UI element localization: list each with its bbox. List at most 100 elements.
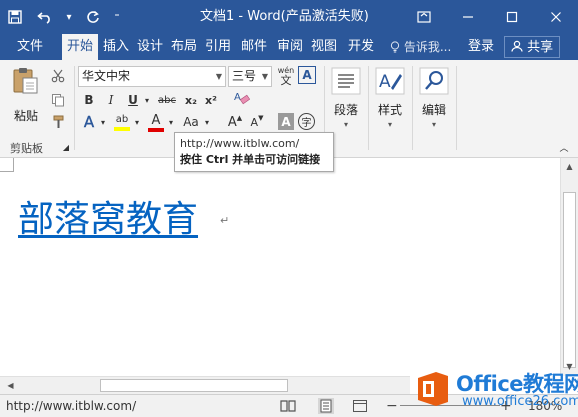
web-layout-button[interactable]	[352, 398, 368, 414]
tab-home[interactable]: 开始	[62, 34, 98, 60]
change-case-dropdown[interactable]: ▾	[202, 112, 212, 132]
styles-button[interactable]: A 样式 ▾	[372, 66, 408, 129]
chevron-down-icon: ▾	[66, 11, 72, 23]
print-layout-button[interactable]	[318, 398, 334, 414]
font-color-button[interactable]: A	[146, 110, 166, 134]
chevron-down-icon: ▾	[387, 120, 392, 129]
customize-qat-icon: ⁼	[114, 11, 120, 23]
editing-button[interactable]: 编辑 ▾	[416, 66, 452, 129]
tab-developer[interactable]: 开发	[342, 34, 380, 60]
superscript-button[interactable]: x²	[202, 90, 220, 110]
tab-mailings[interactable]: 邮件	[236, 34, 272, 60]
tab-insert[interactable]: 插入	[100, 34, 132, 60]
eraser-icon: A	[234, 92, 250, 105]
scroll-up-button[interactable]: ▲	[561, 158, 578, 175]
vertical-scrollbar[interactable]: ▲ ▼	[560, 158, 578, 376]
tab-file[interactable]: 文件	[10, 34, 50, 60]
change-case-button[interactable]: Aa	[180, 112, 202, 132]
watermark-title-a: Office	[456, 372, 524, 396]
font-color-dropdown[interactable]: ▾	[166, 112, 176, 132]
horizontal-scroll-thumb[interactable]	[100, 379, 288, 392]
character-shading-button[interactable]: A	[278, 113, 294, 130]
clipboard-dialog-launcher[interactable]: ◢	[60, 141, 72, 153]
undo-dropdown[interactable]: ▾	[60, 0, 78, 34]
read-mode-button[interactable]	[280, 398, 296, 414]
format-painter-button[interactable]	[48, 112, 68, 132]
undo-button[interactable]	[30, 0, 60, 34]
paragraph-icon	[331, 67, 361, 95]
highlight-label: ab	[115, 114, 129, 125]
grow-font-button[interactable]: A ▲	[226, 112, 244, 132]
paste-button[interactable]: 粘贴	[8, 66, 44, 124]
scroll-left-button[interactable]: ◀	[2, 377, 19, 394]
font-size-value: 三号	[232, 69, 257, 83]
font-size-combobox[interactable]: 三号 ▼	[228, 66, 272, 87]
window-title: 文档1 - Word(产品激活失败)	[200, 9, 369, 24]
highlight-dropdown[interactable]: ▾	[132, 112, 142, 132]
lightbulb-icon	[390, 41, 400, 53]
font-name-value: 华文中宋	[82, 69, 131, 83]
share-button[interactable]: 共享	[504, 36, 561, 58]
paragraph-button[interactable]: 段落 ▾	[328, 66, 364, 129]
chevron-down-icon: ▾	[134, 117, 139, 127]
cut-button[interactable]	[48, 66, 68, 86]
caret-left-icon: ◀	[7, 381, 14, 390]
ribbon-tab-bar: 文件 开始 插入 设计 布局 引用 邮件 审阅 视图 开发 告诉我... 登录 …	[0, 34, 578, 60]
shrink-font-button[interactable]: A ▼	[248, 112, 266, 132]
watermark-url: www.office26.com	[462, 394, 578, 409]
copy-button[interactable]	[48, 90, 68, 110]
tab-review[interactable]: 审阅	[274, 34, 306, 60]
repeat-button[interactable]	[78, 0, 108, 34]
italic-button[interactable]: I	[102, 90, 120, 110]
document-hyperlink-text[interactable]: 部落窝教育	[18, 190, 198, 242]
font-color-bar	[148, 127, 164, 132]
tell-me-box[interactable]: 告诉我...	[390, 34, 451, 60]
chevron-down-icon: ▾	[204, 117, 209, 127]
enclose-characters-button[interactable]: 字	[298, 113, 315, 130]
save-button[interactable]	[0, 0, 30, 34]
text-effects-button[interactable]: A	[80, 112, 98, 132]
horizontal-scrollbar[interactable]: ◀	[0, 376, 410, 394]
tab-references[interactable]: 引用	[202, 34, 234, 60]
magnifier-icon	[419, 67, 449, 95]
maximize-button[interactable]	[490, 0, 534, 34]
subscript-button[interactable]: x₂	[182, 90, 200, 110]
tab-view[interactable]: 视图	[308, 34, 340, 60]
ribbon-display-options-button[interactable]	[402, 0, 446, 34]
highlight-button[interactable]: ab	[112, 110, 132, 134]
maximize-icon	[506, 11, 518, 23]
chevron-down-icon: ▾	[144, 95, 149, 105]
caret-down-icon: ▼	[258, 114, 264, 122]
save-icon	[8, 10, 22, 24]
font-name-combobox[interactable]: 华文中宋 ▼	[78, 66, 226, 87]
close-button[interactable]	[534, 0, 578, 34]
minimize-button[interactable]	[446, 0, 490, 34]
collapse-ribbon-button[interactable]: ︿	[556, 140, 572, 154]
tab-layout[interactable]: 布局	[168, 34, 200, 60]
phonetic-bottom: 文	[280, 73, 292, 87]
quick-access-toolbar: ▾ ⁼	[0, 0, 126, 34]
clipboard-icon	[13, 68, 38, 94]
chevron-down-icon: ▼	[215, 72, 222, 81]
chevron-down-icon: ▾	[343, 120, 348, 129]
styles-icon: A	[375, 67, 405, 95]
character-border-label: A	[302, 68, 312, 82]
highlight-color-bar	[114, 127, 130, 131]
bold-button[interactable]: B	[80, 90, 98, 110]
clear-formatting-button[interactable]: A	[232, 88, 252, 108]
login-link[interactable]: 登录	[468, 34, 494, 60]
underline-dropdown[interactable]: ▾	[142, 90, 152, 110]
customize-qat-button[interactable]: ⁼	[108, 0, 126, 34]
tab-design[interactable]: 设计	[134, 34, 166, 60]
underline-button[interactable]: U	[124, 90, 142, 110]
repeat-icon	[87, 10, 99, 23]
strikethrough-button[interactable]: abc	[156, 90, 178, 110]
vertical-scroll-thumb[interactable]	[563, 192, 576, 368]
undo-icon	[37, 12, 50, 24]
character-border-button[interactable]: A	[298, 66, 316, 84]
page-margin-corner	[0, 158, 14, 172]
zoom-out-button[interactable]: −	[386, 395, 398, 417]
phonetic-guide-button[interactable]: wén 文	[276, 64, 296, 88]
office-logo-icon	[418, 372, 448, 406]
text-effects-dropdown[interactable]: ▾	[98, 112, 108, 132]
